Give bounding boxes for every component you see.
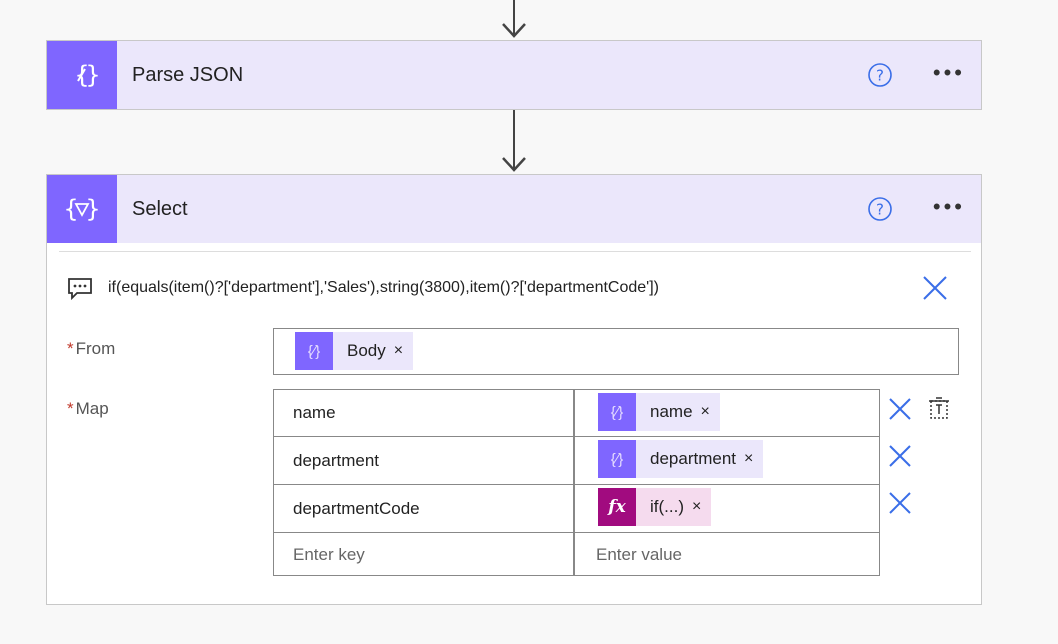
dynamic-content-icon: {⁄} — [295, 332, 333, 370]
map-key-text: department — [293, 451, 379, 470]
divider — [59, 251, 971, 252]
value-token[interactable]: {⁄} department × — [598, 440, 764, 478]
token-label: Body — [347, 341, 386, 360]
map-value-input[interactable]: {⁄} department × — [577, 437, 879, 484]
remove-token-icon[interactable]: × — [744, 450, 753, 468]
card-title: Parse JSON — [132, 63, 244, 86]
from-label: * From — [67, 339, 115, 359]
map-key-text: name — [293, 403, 336, 422]
expression-icon: fx — [598, 488, 636, 526]
required-marker: * — [67, 339, 74, 358]
key-placeholder: Enter key — [293, 545, 365, 564]
select-action-icon: {} — [47, 175, 117, 243]
remove-token-icon[interactable]: × — [692, 498, 701, 516]
select-header[interactable]: {} Select ? ••• — [47, 175, 981, 243]
map-value-input[interactable]: Enter value — [577, 533, 879, 576]
delete-row-icon[interactable] — [888, 491, 912, 515]
select-body: if(equals(item()?['department'],'Sales')… — [47, 243, 981, 603]
map-row-empty: Enter key Enter value — [274, 533, 879, 576]
value-placeholder: Enter value — [596, 545, 682, 564]
parse-json-action-icon: {} — [47, 41, 117, 109]
svg-text:?: ? — [876, 201, 884, 219]
svg-text:{: { — [64, 195, 79, 223]
token-label: if(...) — [650, 497, 684, 516]
body-token[interactable]: {⁄} Body × — [295, 332, 414, 370]
more-options-icon[interactable]: ••• — [933, 196, 965, 218]
from-label-text: From — [75, 339, 116, 358]
close-comment-icon[interactable] — [921, 274, 949, 302]
connector-arrow-top — [500, 0, 528, 40]
more-options-icon[interactable]: ••• — [933, 62, 965, 84]
map-key-input[interactable]: Enter key — [274, 533, 575, 576]
dynamic-content-icon: {⁄} — [598, 393, 636, 431]
connector-arrow-middle — [500, 110, 528, 174]
map-row: departmentCode fx if(...) × — [274, 485, 879, 532]
map-row: department {⁄} department × — [274, 437, 879, 484]
map-row: name {⁄} name × — [274, 390, 879, 436]
remove-token-icon[interactable]: × — [701, 403, 710, 421]
comment-text: if(equals(item()?['department'],'Sales')… — [108, 279, 659, 296]
remove-token-icon[interactable]: × — [394, 342, 403, 360]
parse-json-header[interactable]: {} Parse JSON ? ••• — [47, 41, 981, 109]
card-title: Select — [132, 197, 188, 220]
parse-json-card[interactable]: {} Parse JSON ? ••• — [46, 40, 982, 110]
token-label: department — [650, 449, 736, 468]
map-label-text: Map — [75, 399, 109, 418]
switch-to-text-mode-icon[interactable] — [926, 395, 952, 421]
dynamic-content-icon: {⁄} — [598, 440, 636, 478]
map-key-input[interactable]: departmentCode — [274, 485, 575, 532]
token-label: name — [650, 402, 693, 421]
map-table: name {⁄} name × department {⁄} departmen… — [273, 389, 880, 576]
map-value-input[interactable]: {⁄} name × — [577, 390, 879, 436]
delete-row-icon[interactable] — [888, 397, 912, 421]
map-key-input[interactable]: name — [274, 390, 575, 436]
help-icon[interactable]: ? — [867, 62, 893, 88]
map-key-text: departmentCode — [293, 499, 420, 518]
value-token[interactable]: {⁄} name × — [598, 393, 720, 431]
delete-row-icon[interactable] — [888, 444, 912, 468]
from-input[interactable]: {⁄} Body × — [273, 328, 959, 375]
expression-token[interactable]: fx if(...) × — [598, 488, 712, 526]
map-value-input[interactable]: fx if(...) × — [577, 485, 879, 532]
svg-text:?: ? — [876, 67, 884, 85]
map-key-input[interactable]: department — [274, 437, 575, 484]
required-marker: * — [67, 399, 74, 418]
select-card: {} Select ? ••• if(equals(item()?['depar… — [46, 174, 982, 605]
map-label: * Map — [67, 399, 109, 419]
svg-text:}: } — [85, 61, 100, 89]
comment-icon — [67, 277, 93, 301]
svg-text:}: } — [85, 195, 100, 223]
help-icon[interactable]: ? — [867, 196, 893, 222]
